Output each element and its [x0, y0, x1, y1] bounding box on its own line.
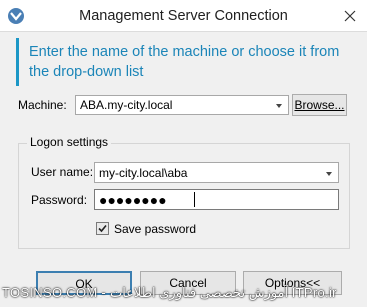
text-caret [194, 192, 195, 207]
dialog-window: Management Server Connection Enter the n… [0, 0, 367, 307]
password-field[interactable]: ●●●●●●●● [94, 189, 339, 210]
save-password-checkbox[interactable] [96, 222, 109, 235]
window-title: Management Server Connection [79, 8, 288, 24]
user-name-label: User name: [31, 165, 94, 179]
chevron-down-icon[interactable] [272, 99, 286, 112]
close-icon[interactable] [339, 6, 361, 26]
watermark-text: TOSINSO.COM - آموزش تخصصی فناوری اطلاعات… [2, 285, 337, 300]
instruction-panel: Enter the name of the machine or choose … [16, 38, 349, 86]
instruction-text: Enter the name of the machine or choose … [29, 44, 340, 80]
title-bar[interactable]: Management Server Connection [0, 0, 367, 32]
save-password-label[interactable]: Save password [114, 222, 196, 236]
password-label: Password: [31, 193, 88, 207]
browse-button[interactable]: Browse... [292, 94, 347, 116]
machine-combobox[interactable]: ABA.my-city.local [75, 95, 289, 115]
machine-label: Machine: [18, 98, 67, 112]
machine-value: ABA.my-city.local [80, 98, 173, 112]
logon-settings-title: Logon settings [27, 135, 112, 149]
password-mask: ●●●●●●●● [99, 192, 167, 208]
browse-button-label: Browse... [294, 98, 345, 112]
user-name-value: my-city.local\aba [99, 166, 188, 180]
chevron-down-icon[interactable] [322, 167, 336, 180]
checkmark-icon [98, 224, 107, 233]
user-name-combobox[interactable]: my-city.local\aba [94, 162, 339, 183]
